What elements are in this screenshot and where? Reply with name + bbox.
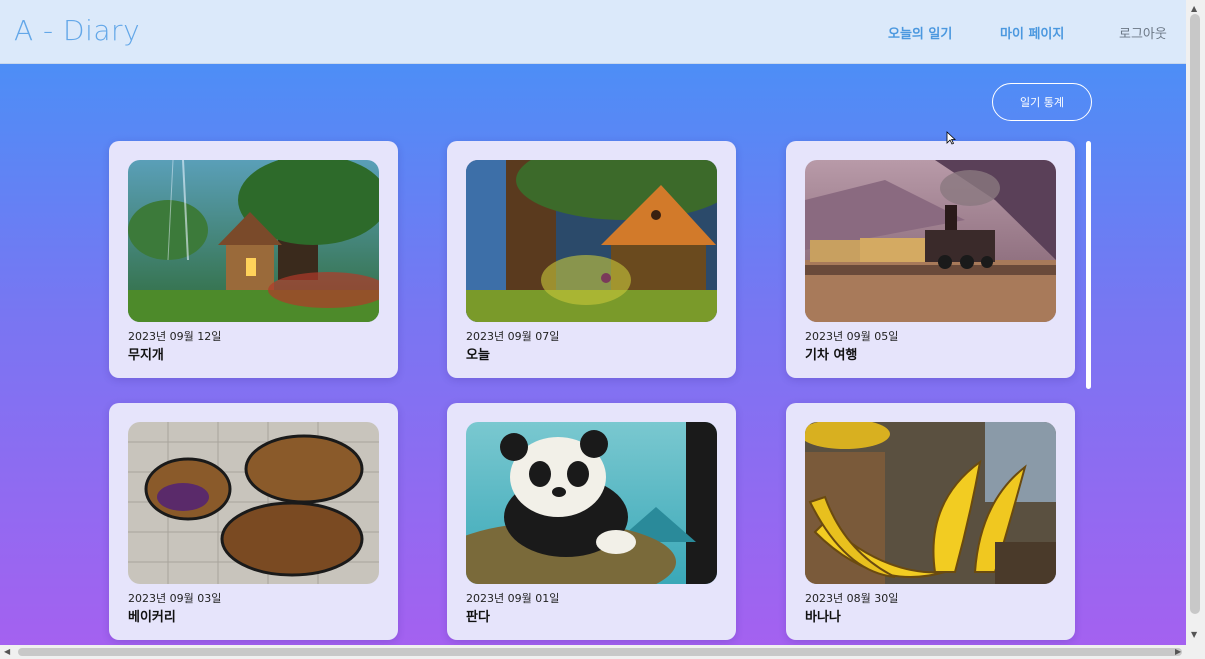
browser-viewport: A - Diary 오늘의 일기 마이 페이지 로그아웃 일기 통계 2023년… [0,0,1186,645]
card-title: 판다 [466,610,490,625]
card-title: 무지개 [128,348,164,363]
diary-card[interactable]: 2023년 08월 30일 바나나 [786,403,1075,640]
scroll-up-icon[interactable]: ▲ [1191,4,1197,13]
horizontal-scrollbar[interactable]: ◀ ▶ [0,645,1205,659]
horizontal-scroll-thumb[interactable] [18,648,1182,656]
diary-stats-button[interactable]: 일기 통계 [992,83,1092,121]
panda-image [466,422,717,584]
fantasy-forest-cottage-image [128,160,379,322]
app-logo[interactable]: A - Diary [14,14,140,47]
diary-card[interactable]: 2023년 09월 03일 베이커리 [109,403,398,640]
card-title: 기차 여행 [805,348,858,363]
mouse-cursor-icon [946,131,956,145]
rainy-tree-house-image [466,160,717,322]
list-scroll-indicator[interactable] [1086,141,1091,389]
scroll-down-icon[interactable]: ▼ [1191,630,1197,639]
card-title: 오늘 [466,348,490,363]
vertical-scrollbar[interactable]: ▲ ▼ [1186,0,1205,645]
card-date: 2023년 09월 01일 [466,592,560,605]
diary-list-area: 일기 통계 2023년 09월 12일 무지개 2023년 09월 07일 오늘… [0,64,1186,645]
diary-card[interactable]: 2023년 09월 12일 무지개 [109,141,398,378]
nav-my-page[interactable]: 마이 페이지 [1000,23,1064,42]
scroll-left-icon[interactable]: ◀ [4,647,10,656]
card-date: 2023년 09월 07일 [466,330,560,343]
steam-train-image [805,160,1056,322]
diary-card[interactable]: 2023년 09월 07일 오늘 [447,141,736,378]
card-date: 2023년 09월 12일 [128,330,222,343]
card-title: 베이커리 [128,610,176,625]
nav-today-diary[interactable]: 오늘의 일기 [888,23,952,42]
bakery-cookies-image [128,422,379,584]
card-date: 2023년 08월 30일 [805,592,899,605]
vertical-scroll-thumb[interactable] [1190,14,1200,614]
diary-card[interactable]: 2023년 09월 05일 기차 여행 [786,141,1075,378]
bananas-image [805,422,1056,584]
diary-card[interactable]: 2023년 09월 01일 판다 [447,403,736,640]
top-header: A - Diary 오늘의 일기 마이 페이지 로그아웃 [0,0,1186,64]
card-title: 바나나 [805,610,841,625]
card-date: 2023년 09월 03일 [128,592,222,605]
nav-logout[interactable]: 로그아웃 [1119,23,1167,42]
card-date: 2023년 09월 05일 [805,330,899,343]
scroll-right-icon[interactable]: ▶ [1175,647,1181,656]
